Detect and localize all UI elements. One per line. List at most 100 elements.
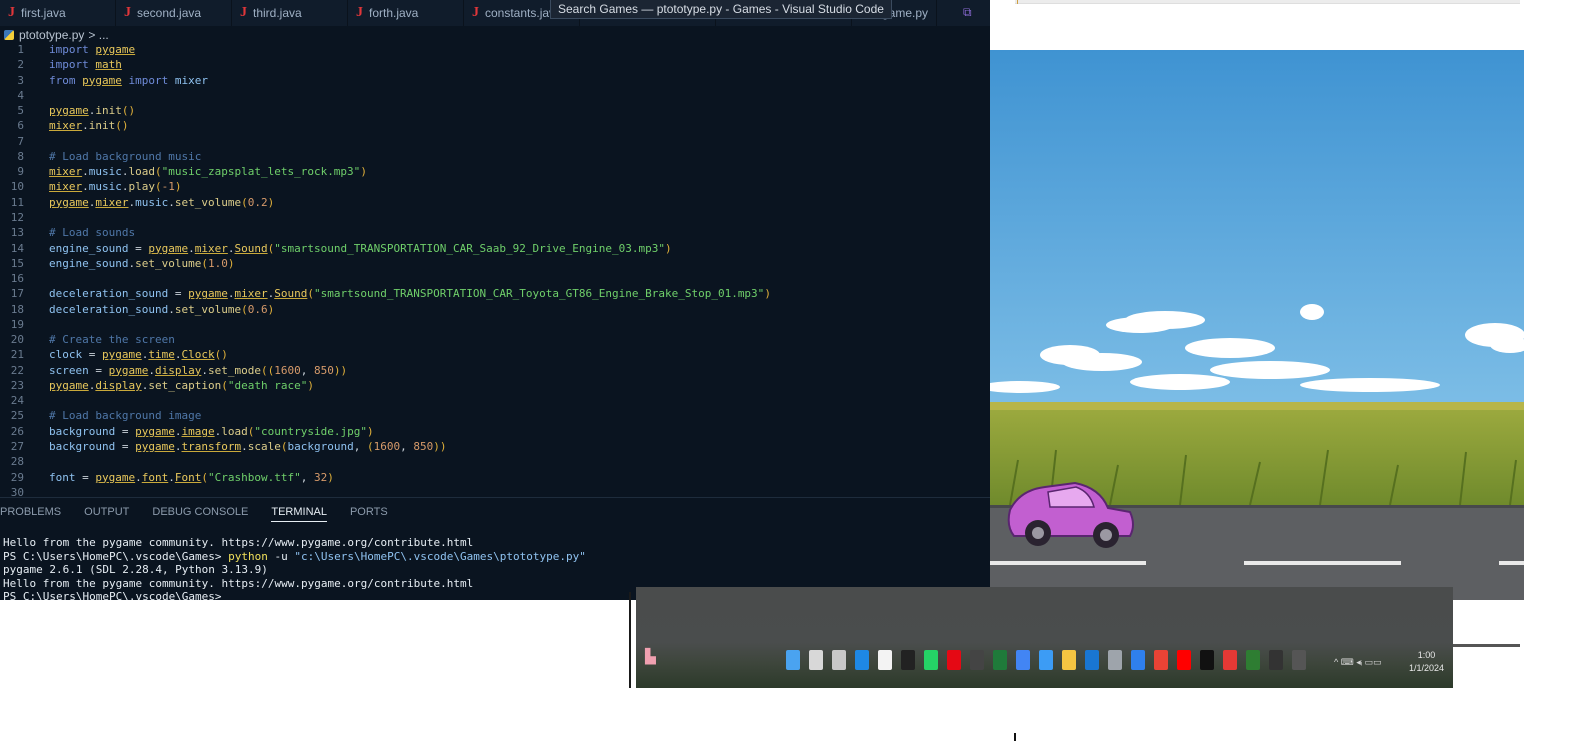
code-line[interactable]: 11 pygame.mixer.music.set_volume(0.2)	[0, 195, 990, 210]
line-number: 7	[17, 134, 24, 148]
code-token: 1600	[373, 440, 401, 454]
code-token: engine_sound	[49, 256, 129, 270]
code-line[interactable]: 8 # Load background music	[0, 149, 990, 164]
terminal-output[interactable]: Hello from the pygame community. https:/…	[3, 536, 586, 600]
code-line[interactable]: 9 mixer.music.load("music_zapsplat_lets_r…	[0, 164, 990, 179]
line-number: 30	[10, 485, 24, 497]
panel-tab-terminal[interactable]: TERMINAL	[271, 506, 327, 522]
code-line[interactable]: 4	[0, 88, 990, 103]
code-line[interactable]: 10 mixer.music.play(-1)	[0, 179, 990, 194]
code-editor[interactable]: 1 import pygame 2 import math 3 from pygame i…	[0, 44, 990, 497]
code-token: display	[95, 378, 142, 392]
code-token: "smartsound_TRANSPORTATION_CAR_Saab_92_D…	[274, 241, 665, 255]
code-token: .	[168, 302, 175, 316]
code-line[interactable]: 13 # Load sounds	[0, 225, 990, 240]
netflix-icon[interactable]	[947, 650, 961, 670]
xbox-icon[interactable]	[1246, 650, 1260, 670]
tiktok-icon[interactable]	[901, 650, 915, 670]
breadcrumb-file[interactable]: ptototype.py	[19, 28, 84, 42]
code-line[interactable]: 17 deceleration_sound = pygame.mixer.Soun…	[0, 286, 990, 301]
chrome-icon[interactable]	[1154, 650, 1168, 670]
code-token: .	[82, 165, 89, 179]
edge-icon[interactable]	[855, 650, 869, 670]
code-line[interactable]: 2 import math	[0, 57, 990, 72]
editor-tab-label: second.java	[137, 6, 202, 20]
code-line[interactable]: 21 clock = pygame.time.Clock()	[0, 347, 990, 362]
editor-tab[interactable]: Jfirst.java	[0, 0, 116, 26]
code-token: (	[221, 378, 228, 392]
panel-tab-ports[interactable]: PORTS	[350, 506, 388, 522]
line-number: 15	[10, 256, 24, 270]
vscode-icon[interactable]	[1131, 650, 1145, 670]
app-icon[interactable]	[970, 650, 984, 670]
panel-tab-output[interactable]: OUTPUT	[84, 506, 129, 522]
panel-tab-problems[interactable]: PROBLEMS	[0, 506, 61, 522]
github-icon[interactable]	[1269, 650, 1283, 670]
terminal-line: pygame 2.6.1 (SDL 2.28.4, Python 3.13.9)	[3, 563, 268, 577]
editor-tab[interactable]: Jthird.java	[232, 0, 348, 26]
start-icon[interactable]: ▙	[645, 649, 658, 667]
code-line[interactable]: 1 import pygame	[0, 44, 990, 57]
code-token: )	[764, 287, 771, 301]
code-line[interactable]: 30	[0, 485, 990, 497]
code-line[interactable]: 29 font = pygame.font.Font("Crashbow.ttf"…	[0, 470, 990, 485]
code-line[interactable]: 25 # Load background image	[0, 408, 990, 423]
search-icon[interactable]	[809, 650, 823, 670]
code-line[interactable]: 27 background = pygame.transform.scale(ba…	[0, 439, 990, 454]
layout-icon[interactable]: ⧉	[963, 5, 972, 20]
editor-tab[interactable]: Jsecond.java	[116, 0, 232, 26]
breadcrumb-separator: > ...	[88, 28, 109, 42]
whatsapp-icon[interactable]	[924, 650, 938, 670]
line-number: 14	[10, 241, 24, 255]
code-line[interactable]: 3 from pygame import mixer	[0, 73, 990, 88]
photos-icon[interactable]	[1016, 650, 1030, 670]
settings-icon[interactable]	[1108, 650, 1122, 670]
code-line[interactable]: 19	[0, 317, 990, 332]
game-window-titlebar[interactable]	[1015, 0, 1520, 4]
panel-tab-debug-console[interactable]: DEBUG CONSOLE	[152, 506, 248, 522]
files-icon[interactable]	[786, 650, 800, 670]
breadcrumb[interactable]: ptototype.py > ...	[0, 26, 990, 44]
taskbar-clock[interactable]: 1:00 1/1/2024	[1409, 649, 1444, 675]
code-line[interactable]: 5 pygame.init()	[0, 103, 990, 118]
line-number: 28	[10, 455, 24, 469]
system-tray[interactable]: ^ ⌨ ◂ᵢ ▭▭	[1334, 657, 1382, 668]
active-app-icon[interactable]	[1292, 650, 1306, 670]
excel-icon[interactable]	[993, 650, 1007, 670]
roblox-icon[interactable]	[1200, 650, 1214, 670]
code-token: mixer	[194, 241, 228, 255]
folder-icon[interactable]	[1062, 650, 1076, 670]
code-token: ()	[214, 348, 228, 362]
code-line[interactable]: 28	[0, 454, 990, 469]
task-view-icon[interactable]	[832, 650, 846, 670]
bluesky-icon[interactable]	[1039, 650, 1053, 670]
editor-tab[interactable]: Jforth.java	[348, 0, 464, 26]
code-token: )	[227, 256, 235, 270]
code-token: )	[366, 424, 374, 438]
paint-icon[interactable]	[1085, 650, 1099, 670]
code-line[interactable]: 24	[0, 393, 990, 408]
game-window[interactable]	[990, 50, 1524, 600]
code-line[interactable]: 26 background = pygame.image.load("countr…	[0, 424, 990, 439]
code-token: (	[201, 470, 208, 484]
code-line[interactable]: 6 mixer.init()	[0, 118, 990, 133]
code-token: .	[174, 348, 182, 362]
text-cursor	[1014, 733, 1016, 741]
code-token: =	[168, 287, 189, 301]
code-line[interactable]: 12	[0, 210, 990, 225]
code-token: mixer	[49, 165, 83, 179]
store-icon[interactable]	[878, 650, 892, 670]
code-line[interactable]: 20 # Create the screen	[0, 332, 990, 347]
code-line[interactable]: 22 screen = pygame.display.set_mode((1600…	[0, 363, 990, 378]
code-line[interactable]: 14 engine_sound = pygame.mixer.Sound("sma…	[0, 241, 990, 256]
app2-icon[interactable]	[1223, 650, 1237, 670]
line-number: 1	[17, 44, 24, 56]
code-token: init	[95, 104, 122, 118]
code-line[interactable]: 7	[0, 134, 990, 149]
bottom-panel: PROBLEMS OUTPUT DEBUG CONSOLE TERMINAL PORTS…	[0, 497, 990, 600]
code-line[interactable]: 23 pygame.display.set_caption("death race…	[0, 378, 990, 393]
code-line[interactable]: 15 engine_sound.set_volume(1.0)	[0, 256, 990, 271]
code-line[interactable]: 16	[0, 271, 990, 286]
youtube-icon[interactable]	[1177, 650, 1191, 670]
code-line[interactable]: 18 deceleration_sound.set_volume(0.6)	[0, 302, 990, 317]
